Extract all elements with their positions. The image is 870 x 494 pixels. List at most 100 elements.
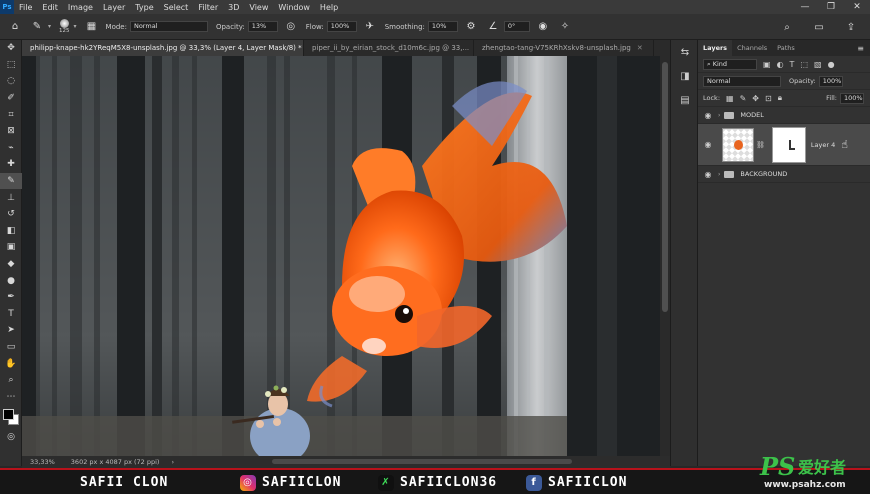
menu-window[interactable]: Window: [273, 3, 315, 12]
tab-document-2[interactable]: piper_ii_by_eirian_stock_d10m6c.jpg @ 33…: [304, 40, 474, 56]
chevron-right-icon[interactable]: ›: [718, 112, 720, 119]
lock-artboard-icon[interactable]: ⊡: [765, 94, 772, 103]
opacity-field[interactable]: 13%: [247, 21, 278, 32]
panel-menu-icon[interactable]: ≡: [857, 44, 864, 53]
tab-layers[interactable]: Layers: [698, 40, 733, 56]
properties-icon[interactable]: ◨: [671, 64, 699, 88]
blend-mode-select[interactable]: Normal: [703, 75, 781, 87]
pixel-filter-icon[interactable]: ▣: [763, 60, 771, 69]
layer-row-selected[interactable]: ◉ ⛓︎ Layer 4 ☝: [698, 124, 870, 166]
menu-edit[interactable]: Edit: [37, 3, 63, 12]
tab-document-1[interactable]: philipp-knape-hk2YReqM5X8-unsplash.jpg @…: [22, 40, 304, 56]
chevron-right-icon[interactable]: ›: [163, 458, 182, 466]
layer-opacity-field[interactable]: 100%: [818, 75, 843, 87]
mode-select[interactable]: Normal: [129, 21, 208, 32]
maximize-button[interactable]: ❐: [818, 0, 844, 14]
close-button[interactable]: ✕: [844, 0, 870, 14]
flow-field[interactable]: 100%: [326, 21, 357, 32]
type-tool-icon[interactable]: T: [0, 306, 22, 323]
zoom-tool-icon[interactable]: ⌕: [0, 372, 22, 389]
layer-kind-select[interactable]: ⌕ Kind: [703, 58, 757, 70]
frame-tool-icon[interactable]: ⊠: [0, 123, 22, 140]
dodge-tool-icon[interactable]: ●: [0, 272, 22, 289]
clone-stamp-tool-icon[interactable]: ⊥: [0, 189, 22, 206]
adjustment-filter-icon[interactable]: ◐: [777, 60, 784, 69]
tab-channels[interactable]: Channels: [732, 40, 772, 56]
menu-file[interactable]: File: [14, 3, 37, 12]
home-icon[interactable]: ⌂: [8, 20, 22, 34]
document-canvas[interactable]: [22, 56, 660, 456]
lasso-tool-icon[interactable]: ◌: [0, 73, 22, 90]
workspace-icon[interactable]: ▭: [812, 20, 826, 34]
menu-view[interactable]: View: [244, 3, 273, 12]
quick-mask-icon[interactable]: ◎: [0, 429, 22, 446]
shape-filter-icon[interactable]: ⬚: [800, 60, 808, 69]
menu-filter[interactable]: Filter: [193, 3, 223, 12]
lock-transparency-icon[interactable]: ▦: [726, 94, 734, 103]
scroll-thumb[interactable]: [662, 62, 668, 312]
visibility-eye-icon[interactable]: ◉: [698, 111, 718, 120]
smoothing-field[interactable]: 10%: [427, 21, 458, 32]
layer-thumbnail[interactable]: [722, 127, 754, 162]
eraser-tool-icon[interactable]: ◧: [0, 223, 22, 240]
brush-tool-icon[interactable]: ✎: [0, 172, 22, 190]
menu-3d[interactable]: 3D: [223, 3, 244, 12]
healing-brush-tool-icon[interactable]: ✚: [0, 156, 22, 173]
visibility-eye-icon[interactable]: ◉: [698, 140, 718, 149]
brush-settings-icon[interactable]: ▦: [85, 20, 99, 34]
menu-type[interactable]: Type: [130, 3, 158, 12]
close-icon[interactable]: ✕: [637, 44, 643, 52]
photoshop-logo[interactable]: Ps: [0, 0, 14, 14]
move-tool-icon[interactable]: ✥: [0, 40, 22, 57]
quick-select-tool-icon[interactable]: ✐: [0, 90, 22, 107]
horizontal-scrollbar[interactable]: [272, 459, 572, 464]
chevron-down-icon[interactable]: ▾: [48, 23, 51, 30]
menu-image[interactable]: Image: [63, 3, 98, 12]
layer-row[interactable]: ◉ › MODEL: [698, 107, 870, 124]
brush-tool-icon[interactable]: ✎: [30, 20, 44, 34]
history-brush-tool-icon[interactable]: ↺: [0, 206, 22, 223]
lock-all-icon[interactable]: 🔒︎: [778, 93, 782, 103]
path-select-tool-icon[interactable]: ➤: [0, 322, 22, 339]
minimize-button[interactable]: —: [792, 0, 818, 14]
more-tools-icon[interactable]: ⋯: [0, 388, 22, 405]
share-icon[interactable]: ⇪: [844, 20, 858, 34]
symmetry-icon[interactable]: ✧: [558, 20, 572, 34]
eyedropper-tool-icon[interactable]: ⌁: [0, 140, 22, 157]
layer-row[interactable]: ◉ › BACKGROUND: [698, 166, 870, 183]
marquee-tool-icon[interactable]: ⬚: [0, 57, 22, 74]
history-icon[interactable]: ⇆: [671, 40, 699, 64]
link-chain-icon[interactable]: ⛓︎: [756, 141, 765, 149]
adjustments-icon[interactable]: ▤: [671, 88, 699, 112]
hand-tool-icon[interactable]: ✋: [0, 355, 22, 372]
tab-paths[interactable]: Paths: [772, 40, 800, 56]
visibility-eye-icon[interactable]: ◉: [698, 170, 718, 179]
vertical-scrollbar[interactable]: [660, 56, 670, 456]
fill-field[interactable]: 100%: [840, 92, 864, 104]
gear-icon[interactable]: ⚙: [464, 20, 478, 34]
pressure-opacity-icon[interactable]: ◎: [284, 20, 298, 34]
lock-position-icon[interactable]: ✥: [752, 94, 759, 103]
angle-field[interactable]: 0°: [503, 21, 530, 32]
gradient-tool-icon[interactable]: ▣: [0, 239, 22, 256]
pressure-size-icon[interactable]: ◉: [536, 20, 550, 34]
chevron-down-icon[interactable]: ▾: [74, 23, 77, 30]
zoom-level[interactable]: 33,33%: [22, 458, 63, 466]
menu-help[interactable]: Help: [315, 3, 343, 12]
brush-preset-picker[interactable]: 125: [59, 19, 70, 34]
crop-tool-icon[interactable]: ⌗: [0, 106, 22, 123]
blur-tool-icon[interactable]: ◆: [0, 256, 22, 273]
airbrush-icon[interactable]: ✈: [363, 20, 377, 34]
pen-tool-icon[interactable]: ✒: [0, 289, 22, 306]
menu-layer[interactable]: Layer: [98, 3, 130, 12]
chevron-right-icon[interactable]: ›: [718, 171, 720, 178]
filter-toggle-icon[interactable]: ●: [828, 60, 835, 69]
color-swatches[interactable]: ◎: [0, 405, 21, 445]
menu-select[interactable]: Select: [159, 3, 194, 12]
lock-pixels-icon[interactable]: ✎: [740, 94, 747, 103]
layer-mask-thumbnail[interactable]: [771, 126, 806, 163]
rectangle-tool-icon[interactable]: ▭: [0, 339, 22, 356]
smart-object-filter-icon[interactable]: ▧: [814, 60, 822, 69]
type-filter-icon[interactable]: T: [790, 60, 795, 69]
tab-document-3[interactable]: zhengtao-tang-V75KRhXskv8-unsplash.jpg ✕: [474, 40, 654, 56]
